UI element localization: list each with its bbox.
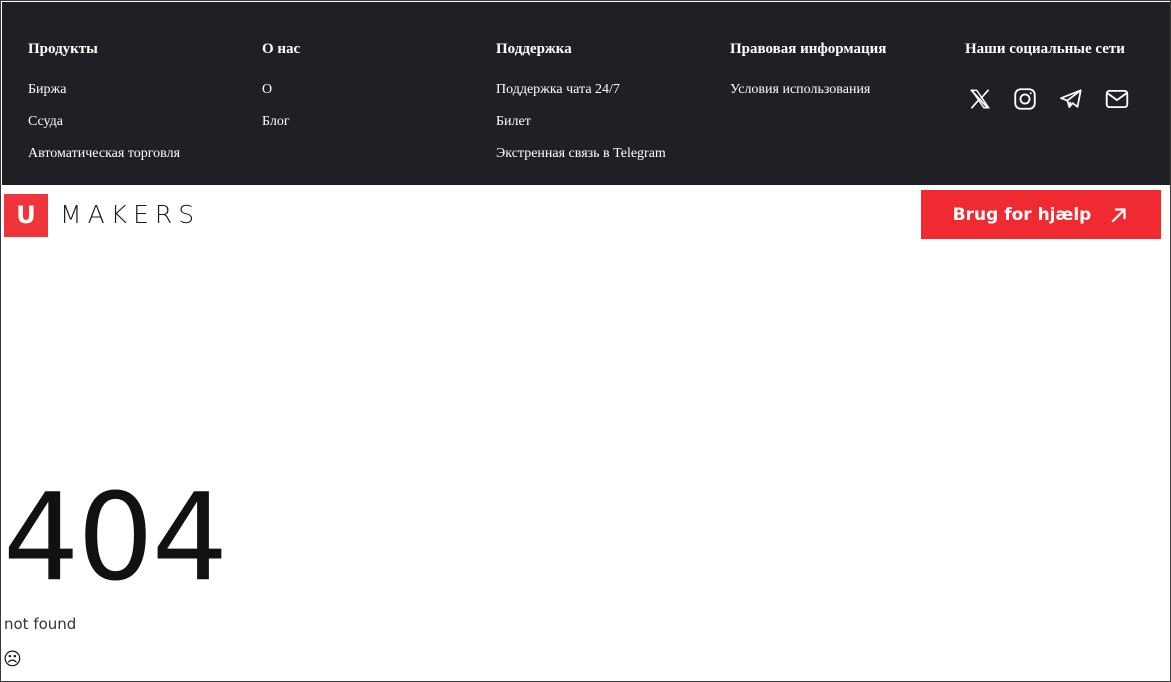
footer-links-section: Продукты Биржа Ссуда Автоматическая торг… <box>2 2 1170 185</box>
telegram-icon[interactable] <box>1058 86 1084 112</box>
link-loan[interactable]: Ссуда <box>28 114 63 130</box>
error-message: not found <box>4 615 77 633</box>
link-ticket[interactable]: Билет <box>496 114 531 130</box>
link-auto-trading[interactable]: Автоматическая торговля <box>28 146 180 162</box>
footer-column-title: Наши социальные сети <box>965 41 1125 57</box>
footer-column-title: Правовая информация <box>730 41 887 57</box>
sad-face-icon: ☹ <box>3 649 22 670</box>
help-button-label: Brug for hjælp <box>952 204 1092 225</box>
link-exchange[interactable]: Биржа <box>28 82 66 98</box>
help-button[interactable]: Brug for hjælp <box>921 190 1161 239</box>
footer-column-title: Поддержка <box>496 41 572 57</box>
logo-wordmark: MAKERS <box>60 200 201 229</box>
x-icon[interactable] <box>967 86 993 112</box>
instagram-icon[interactable] <box>1012 86 1038 112</box>
link-telegram-emergency[interactable]: Экстренная связь в Telegram <box>496 146 666 162</box>
mail-icon[interactable] <box>1104 86 1130 112</box>
error-code: 404 <box>3 469 228 608</box>
link-about[interactable]: О <box>262 82 272 98</box>
link-chat-support[interactable]: Поддержка чата 24/7 <box>496 82 620 98</box>
page-frame: Продукты Биржа Ссуда Автоматическая торг… <box>0 0 1171 682</box>
link-terms[interactable]: Условия использования <box>730 82 870 98</box>
link-blog[interactable]: Блог <box>262 114 290 130</box>
footer-column-title: О нас <box>262 41 301 57</box>
social-links <box>965 86 1145 112</box>
site-logo[interactable]: U MAKERS <box>4 194 224 237</box>
arrow-up-right-icon <box>1111 207 1126 223</box>
footer-column-title: Продукты <box>28 41 98 57</box>
logo-mark: U <box>4 194 48 237</box>
